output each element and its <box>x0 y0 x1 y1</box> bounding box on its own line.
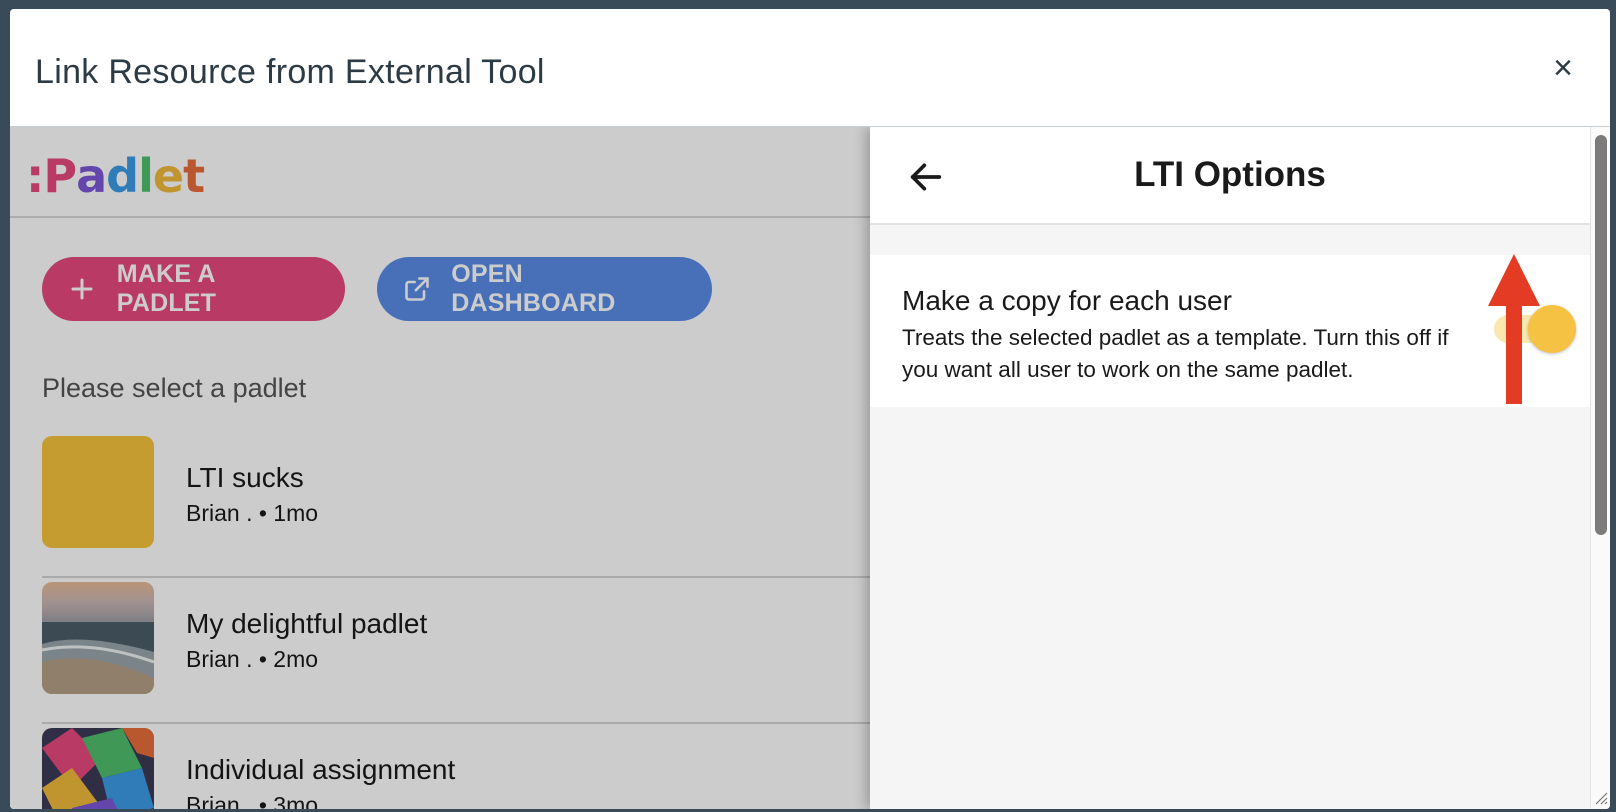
lti-header: LTI Options <box>870 127 1590 225</box>
open-dashboard-button[interactable]: OPEN DASHBOARD <box>377 257 712 321</box>
arrow-left-icon <box>910 163 942 191</box>
external-tool-dialog: Link Resource from External Tool × :Padl… <box>10 9 1610 809</box>
copy-per-user-option: Make a copy for each user Treats the sel… <box>870 255 1590 407</box>
padlet-list-item[interactable]: LTI sucks Brian . • 1mo <box>42 436 862 548</box>
padlet-list-item[interactable]: My delightful padlet Brian . • 2mo <box>42 582 862 694</box>
back-button[interactable] <box>906 157 946 197</box>
padlet-list-item[interactable]: Individual assignment Brian . • 3mo <box>42 728 862 809</box>
copy-per-user-toggle[interactable] <box>1492 305 1578 353</box>
make-padlet-label: MAKE A PADLET <box>116 260 217 317</box>
scrollbar[interactable] <box>1590 127 1610 809</box>
close-button[interactable]: × <box>1548 51 1578 85</box>
padlet-logo-letter: a <box>76 149 107 203</box>
padlet-thumbnail <box>42 582 154 694</box>
resize-grip-icon[interactable] <box>1592 789 1608 805</box>
padlet-title: Individual assignment <box>186 754 456 785</box>
padlet-logo-letter: d <box>106 149 139 203</box>
open-dashboard-label: OPEN DASHBOARD <box>451 260 616 317</box>
padlet-thumbnail <box>42 728 154 809</box>
dialog-header: Link Resource from External Tool × <box>10 9 1610 127</box>
plus-icon <box>68 277 97 301</box>
dialog-title: Link Resource from External Tool <box>35 53 545 91</box>
padlet-logo-letter: l <box>138 149 154 203</box>
padlet-logo-letter: t <box>183 149 205 203</box>
padlet-meta: Brian . • 1mo <box>186 500 319 526</box>
list-divider <box>42 576 902 578</box>
padlet-meta: Brian . • 3mo <box>186 792 319 809</box>
toggle-knob <box>1528 305 1576 353</box>
dialog-body: :Padlet MAKE A PADLET OPEN DASHBOARD Ple… <box>10 127 1610 809</box>
padlet-actions: MAKE A PADLET OPEN DASHBOARD <box>42 257 712 321</box>
list-divider <box>42 722 902 724</box>
padlet-logo: :Padlet <box>26 149 205 203</box>
padlet-logo-letter: P <box>43 149 77 203</box>
lti-title: LTI Options <box>1134 155 1326 194</box>
padlet-title: My delightful padlet <box>186 608 428 639</box>
option-description: Treats the selected padlet as a template… <box>902 325 1449 382</box>
padlet-thumbnail <box>42 436 154 548</box>
make-padlet-button[interactable]: MAKE A PADLET <box>42 257 345 321</box>
padlet-logo-letter: : <box>26 149 44 203</box>
padlet-meta: Brian . • 2mo <box>186 646 319 672</box>
select-prompt: Please select a padlet <box>42 373 307 403</box>
padlet-title: LTI sucks <box>186 462 304 493</box>
external-link-icon <box>403 275 431 303</box>
scrollbar-thumb[interactable] <box>1595 135 1607 535</box>
padlet-logo-letter: e <box>152 149 184 203</box>
lti-options-panel: LTI Options Make a copy for each user Tr… <box>870 127 1590 809</box>
option-label: Make a copy for each user <box>902 285 1232 316</box>
